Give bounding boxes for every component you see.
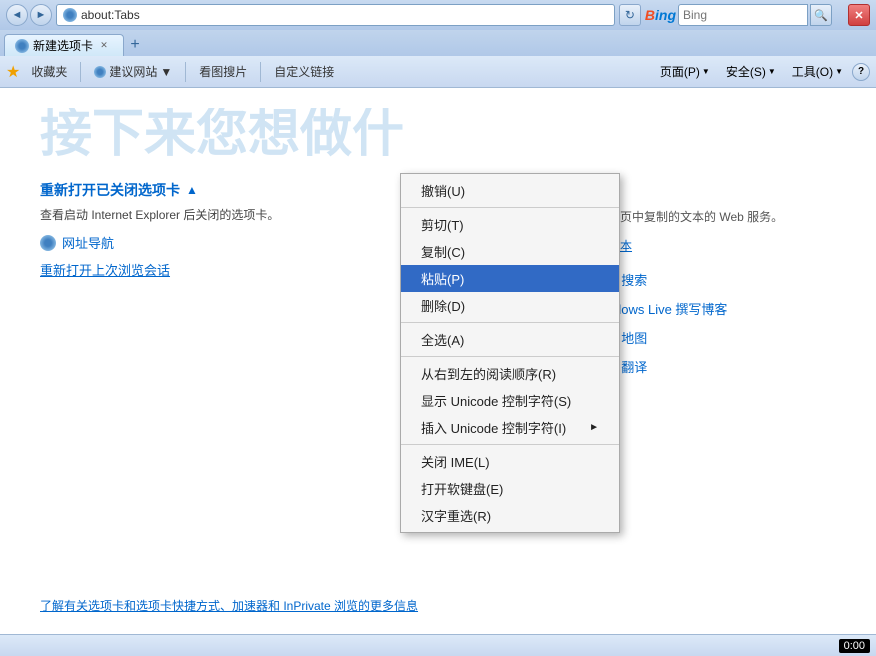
bing-search-button[interactable]: 🔍: [810, 4, 832, 26]
toolbar-divider-2: [185, 62, 186, 82]
ctx-cut[interactable]: 剪切(T): [401, 211, 619, 238]
safety-menu-button[interactable]: 安全(S) ▼: [719, 61, 783, 83]
favorites-label: 收藏夹: [31, 63, 67, 80]
big-title: 接下来您想做什: [40, 108, 836, 160]
refresh-button[interactable]: ↻: [619, 4, 641, 26]
address-box[interactable]: about:Tabs: [56, 4, 615, 26]
favorites-button[interactable]: 收藏夹: [22, 59, 76, 85]
ctx-divider-3: [401, 356, 619, 357]
look-images-button[interactable]: 看图搜片: [190, 59, 256, 85]
active-tab[interactable]: 新建选项卡 ✕: [4, 34, 124, 56]
ctx-paste[interactable]: 粘贴(P): [401, 265, 619, 292]
address-bar-area: about:Tabs ↻: [56, 4, 641, 26]
address-text: about:Tabs: [81, 8, 140, 22]
reopen-title-text: 重新打开已关闭选项卡: [40, 180, 180, 200]
forward-button[interactable]: ►: [30, 4, 52, 26]
status-bar: 0:00: [0, 634, 876, 656]
toolbar: ★ 收藏夹 建议网站 ▼ 看图搜片 自定义链接 页面(P) ▼ 安全(S) ▼: [0, 56, 876, 88]
safety-menu-label: 安全(S): [726, 63, 766, 80]
bing-search-input[interactable]: [678, 4, 808, 26]
ctx-open-keyboard[interactable]: 打开软键盘(E): [401, 475, 619, 502]
ctx-unicode-insert[interactable]: 插入 Unicode 控制字符(I) ►: [401, 414, 619, 441]
suggest-button[interactable]: 建议网站 ▼: [85, 59, 181, 85]
tools-menu-arrow: ▼: [835, 67, 843, 76]
tools-menu-label: 工具(O): [792, 63, 833, 80]
ctx-undo-label: 撤销(U): [421, 181, 465, 200]
context-menu: 撤销(U) 剪切(T) 复制(C) 粘贴(P) 删除(D) 全选(A) 从右到左…: [400, 173, 620, 533]
ctx-delete[interactable]: 删除(D): [401, 292, 619, 319]
ctx-close-ime[interactable]: 关闭 IME(L): [401, 448, 619, 475]
suggest-label: 建议网站: [109, 63, 157, 80]
page-menu-button[interactable]: 页面(P) ▼: [653, 61, 717, 83]
tools-menu-button[interactable]: 工具(O) ▼: [785, 61, 850, 83]
custom-links-button[interactable]: 自定义链接: [265, 59, 343, 85]
bing-search-area: Bing 🔍: [645, 4, 832, 26]
star-icon: ★: [6, 62, 20, 82]
menu-right: 页面(P) ▼ 安全(S) ▼ 工具(O) ▼ ?: [653, 61, 870, 83]
ctx-close-ime-label: 关闭 IME(L): [421, 452, 490, 471]
ctx-divider-4: [401, 444, 619, 445]
new-tab-button[interactable]: +: [124, 34, 146, 56]
bing-logo: Bing: [645, 7, 676, 23]
safety-menu-arrow: ▼: [768, 67, 776, 76]
ctx-reselect[interactable]: 汉字重选(R): [401, 502, 619, 529]
ctx-undo[interactable]: 撤销(U): [401, 177, 619, 204]
page-menu-label: 页面(P): [660, 63, 700, 80]
ctx-submenu-arrow-icon: ►: [589, 422, 599, 433]
ctx-paste-label: 粘贴(P): [421, 269, 464, 288]
toolbar-divider-3: [260, 62, 261, 82]
content-area: 接下来您想做什 重新打开已关闭选项卡 ▲ 查看启动 Internet Explo…: [0, 88, 876, 634]
ctx-rtl-label: 从右到左的阅读顺序(R): [421, 364, 556, 383]
back-button[interactable]: ◄: [6, 4, 28, 26]
ctx-divider-2: [401, 322, 619, 323]
tab-label: 新建选项卡: [33, 37, 93, 54]
ctx-rtl[interactable]: 从右到左的阅读顺序(R): [401, 360, 619, 387]
suggest-arrow-icon: ▼: [160, 65, 172, 79]
ctx-selectall-label: 全选(A): [421, 330, 464, 349]
status-time: 0:00: [839, 639, 870, 653]
tab-close-button[interactable]: ✕: [97, 39, 111, 53]
custom-links-label: 自定义链接: [274, 63, 334, 80]
ctx-reselect-label: 汉字重选(R): [421, 506, 491, 525]
tab-favicon: [15, 39, 29, 53]
ctx-open-keyboard-label: 打开软键盘(E): [421, 479, 503, 498]
ctx-selectall[interactable]: 全选(A): [401, 326, 619, 353]
browser-frame: ◄ ► about:Tabs ↻ Bing 🔍 ✕ 新建选项卡 ✕ +: [0, 0, 876, 656]
nav-link-text: 网址导航: [62, 233, 114, 252]
ie-favicon: [63, 8, 77, 22]
ctx-copy[interactable]: 复制(C): [401, 238, 619, 265]
ctx-divider-1: [401, 207, 619, 208]
close-window-button[interactable]: ✕: [848, 4, 870, 26]
tab-bar: 新建选项卡 ✕ +: [0, 30, 876, 56]
ctx-cut-label: 剪切(T): [421, 215, 464, 234]
ctx-unicode-insert-label: 插入 Unicode 控制字符(I): [421, 418, 566, 437]
bottom-info-link[interactable]: 了解有关选项卡和选项卡快捷方式、加速器和 InPrivate 浏览的更多信息: [40, 597, 418, 614]
toolbar-divider-1: [80, 62, 81, 82]
ctx-unicode-show-label: 显示 Unicode 控制字符(S): [421, 391, 571, 410]
ctx-copy-label: 复制(C): [421, 242, 465, 261]
reopen-arrow-icon: ▲: [186, 183, 198, 197]
ctx-unicode-show[interactable]: 显示 Unicode 控制字符(S): [401, 387, 619, 414]
title-bar: ◄ ► about:Tabs ↻ Bing 🔍 ✕: [0, 0, 876, 30]
help-button[interactable]: ?: [852, 63, 870, 81]
look-images-label: 看图搜片: [199, 63, 247, 80]
nav-buttons: ◄ ►: [6, 4, 52, 26]
ctx-delete-label: 删除(D): [421, 296, 465, 315]
ie-small-icon: [94, 66, 106, 78]
page-menu-arrow: ▼: [702, 67, 710, 76]
ie-nav-icon: [40, 235, 56, 251]
